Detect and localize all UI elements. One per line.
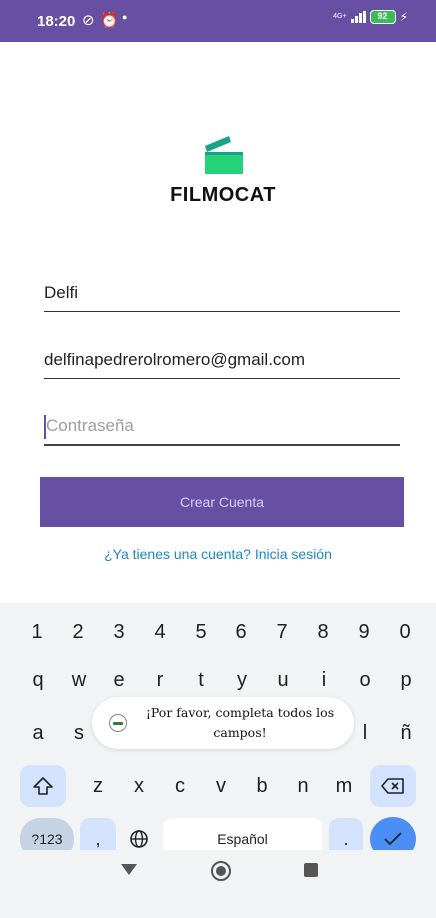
alarm-icon: ⏰ xyxy=(100,12,119,29)
key-u[interactable]: u xyxy=(265,659,301,701)
home-icon[interactable] xyxy=(211,861,231,881)
login-link[interactable]: ¿Ya tienes una cuenta? Inicia sesión xyxy=(0,546,436,562)
create-account-button[interactable]: Crear Cuenta xyxy=(40,477,404,527)
toast-message: ¡Por favor, completa todos los campos! xyxy=(92,697,354,749)
key-c[interactable]: c xyxy=(162,765,198,807)
key-8[interactable]: 8 xyxy=(308,611,338,653)
recent-apps-icon[interactable] xyxy=(304,863,318,877)
app-icon xyxy=(109,714,127,732)
charging-icon: ⚡ xyxy=(399,10,408,24)
key-y[interactable]: y xyxy=(224,659,260,701)
key-2[interactable]: 2 xyxy=(63,611,93,653)
signal-icon xyxy=(350,11,366,23)
key-7[interactable]: 7 xyxy=(267,611,297,653)
key-0[interactable]: 0 xyxy=(390,611,420,653)
status-right: 4G+ 92 ⚡ xyxy=(333,10,408,24)
navigation-bar xyxy=(0,850,436,918)
toast-text: ¡Por favor, completa todos los campos! xyxy=(145,705,335,740)
shift-icon xyxy=(33,777,53,795)
back-icon[interactable] xyxy=(121,864,137,875)
key-w[interactable]: w xyxy=(61,659,97,701)
number-row: 1 2 3 4 5 6 7 8 9 0 xyxy=(0,611,436,653)
key-6[interactable]: 6 xyxy=(226,611,256,653)
key-z[interactable]: z xyxy=(80,765,116,807)
no-disturb-icon: ⊘ xyxy=(82,12,95,29)
key-i[interactable]: i xyxy=(306,659,342,701)
status-time: 18:20 xyxy=(37,13,76,30)
key-o[interactable]: o xyxy=(347,659,383,701)
letter-row-3: z x c v b n m xyxy=(0,765,436,807)
key-9[interactable]: 9 xyxy=(349,611,379,653)
key-v[interactable]: v xyxy=(203,765,239,807)
key-1[interactable]: 1 xyxy=(22,611,52,653)
email-field[interactable]: delfinapedrerolromero@gmail.com xyxy=(44,350,400,379)
shift-key[interactable] xyxy=(20,765,66,807)
key-t[interactable]: t xyxy=(183,659,219,701)
clapperboard-icon xyxy=(205,136,243,174)
key-q[interactable]: q xyxy=(20,659,56,701)
battery-level: 92 xyxy=(377,11,388,21)
password-field[interactable]: Contraseña xyxy=(44,415,400,446)
backspace-key[interactable] xyxy=(370,765,416,807)
globe-icon xyxy=(130,830,148,848)
backspace-icon xyxy=(381,778,404,794)
battery-icon: 92 xyxy=(369,10,396,24)
key-5[interactable]: 5 xyxy=(186,611,216,653)
key-p[interactable]: p xyxy=(388,659,424,701)
status-bar: 18:20 ⊘ ⏰ ● 4G+ 92 ⚡ xyxy=(0,0,436,42)
password-placeholder: Contraseña xyxy=(46,416,134,435)
app-logo: FILMOCAT xyxy=(167,134,279,210)
key-x[interactable]: x xyxy=(121,765,157,807)
key-r[interactable]: r xyxy=(142,659,178,701)
key-n[interactable]: n xyxy=(285,765,321,807)
key-m[interactable]: m xyxy=(326,765,362,807)
key-enye[interactable]: ñ xyxy=(388,712,424,754)
text-cursor xyxy=(44,415,46,439)
notification-dot-icon: ● xyxy=(122,12,128,22)
letter-row-1: q w e r t y u i o p xyxy=(0,659,436,701)
key-3[interactable]: 3 xyxy=(104,611,134,653)
name-field[interactable]: Delfi xyxy=(44,283,400,312)
key-b[interactable]: b xyxy=(244,765,280,807)
checkmark-icon xyxy=(384,832,402,846)
key-4[interactable]: 4 xyxy=(145,611,175,653)
key-e[interactable]: e xyxy=(101,659,137,701)
key-a[interactable]: a xyxy=(20,712,56,754)
app-name: FILMOCAT xyxy=(170,184,276,206)
network-type: 4G+ xyxy=(333,13,347,20)
